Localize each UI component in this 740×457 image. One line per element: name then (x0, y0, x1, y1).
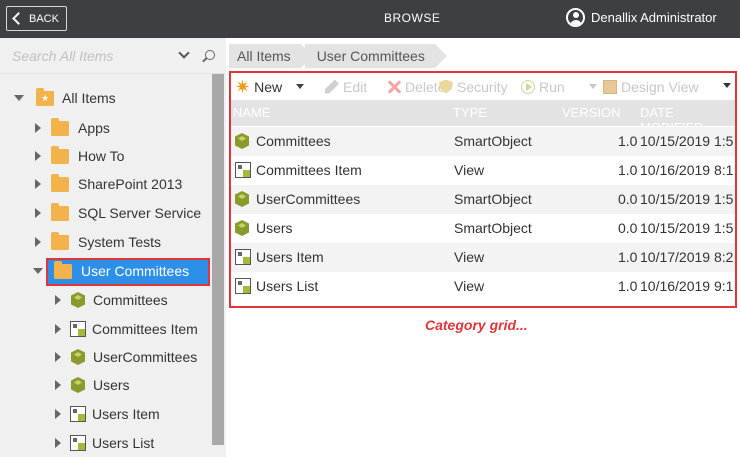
tree-item-committees[interactable]: Committees (55, 287, 168, 313)
smartobject-icon (71, 377, 85, 393)
chevron-down-icon[interactable] (178, 47, 190, 59)
tree-item-users[interactable]: Users (55, 372, 130, 398)
tree-item-apps[interactable]: Apps (35, 115, 110, 141)
folder-icon (51, 145, 69, 164)
expand-triangle-icon[interactable] (14, 95, 24, 101)
tree-item-label: Users (93, 377, 130, 393)
folder-icon (51, 117, 69, 136)
tree-item-label: Committees (93, 292, 168, 308)
back-button[interactable]: BACK (6, 6, 67, 31)
tree-item-committees-item[interactable]: Committees Item (55, 316, 198, 342)
tree-item-label: All Items (62, 90, 116, 106)
grid-highlight-outline (229, 71, 737, 308)
tree-item-label: Users List (92, 435, 155, 451)
tree-item-sql-server-service[interactable]: SQL Server Service (35, 200, 201, 226)
breadcrumb: All Items User Committees (229, 44, 451, 68)
user-name: Denallix Administrator (591, 10, 717, 25)
tree-item-label: SharePoint 2013 (78, 176, 183, 192)
expand-triangle-icon[interactable] (55, 409, 61, 419)
tree-item-users-list[interactable]: Users List (55, 430, 154, 456)
smartobject-icon (71, 349, 85, 365)
top-bar: BACK BROWSE Denallix Administrator (0, 0, 740, 38)
expand-triangle-icon[interactable] (35, 179, 41, 189)
expand-triangle-icon[interactable] (35, 208, 41, 218)
tree-item-label: Apps (78, 120, 110, 136)
folder-star-icon (36, 87, 54, 106)
tree-item-sharepoint-2013[interactable]: SharePoint 2013 (35, 171, 182, 197)
breadcrumb-item-all-items[interactable]: All Items (229, 44, 315, 68)
tree-item-system-tests[interactable]: System Tests (35, 229, 161, 255)
search-icon[interactable] (205, 50, 215, 60)
expand-triangle-icon[interactable] (55, 380, 61, 390)
selected-item-outline (46, 258, 210, 286)
annotation-caption: Category grid... (425, 317, 528, 333)
user-icon (566, 8, 585, 27)
tree-item-label: Committees Item (92, 321, 198, 337)
expand-triangle-icon[interactable] (55, 438, 61, 448)
expand-triangle-icon[interactable] (55, 352, 61, 362)
view-icon (70, 406, 86, 422)
back-label: BACK (29, 12, 59, 25)
expand-triangle-icon[interactable] (33, 268, 43, 274)
smartobject-icon (71, 292, 85, 308)
tree-item-users-item[interactable]: Users Item (55, 401, 160, 427)
breadcrumb-item-user-committees[interactable]: User Committees (304, 44, 449, 68)
expand-triangle-icon[interactable] (35, 151, 41, 161)
tree-item-usercommittees[interactable]: UserCommittees (55, 344, 197, 370)
search-bar (0, 38, 226, 74)
expand-triangle-icon[interactable] (55, 324, 61, 334)
folder-icon (51, 231, 69, 250)
folder-icon (51, 202, 69, 221)
tree-item-how-to[interactable]: How To (35, 143, 124, 169)
expand-triangle-icon[interactable] (35, 237, 41, 247)
folder-icon (51, 173, 69, 192)
user-menu[interactable]: Denallix Administrator (566, 8, 717, 27)
tree-item-all-items[interactable]: All Items (14, 85, 116, 111)
chevron-left-icon (12, 12, 25, 25)
page-title: BROWSE (384, 11, 441, 25)
tree-item-label: How To (78, 148, 125, 164)
view-icon (70, 435, 86, 451)
tree-item-label: System Tests (78, 234, 161, 250)
expand-triangle-icon[interactable] (55, 295, 61, 305)
tree-item-label: Users Item (92, 406, 160, 422)
tree-item-label: UserCommittees (93, 349, 198, 365)
search-input[interactable] (12, 46, 172, 66)
tree-item-label: SQL Server Service (78, 205, 202, 221)
tree-scrollbar[interactable] (212, 74, 224, 445)
view-icon (70, 321, 86, 337)
expand-triangle-icon[interactable] (35, 123, 41, 133)
